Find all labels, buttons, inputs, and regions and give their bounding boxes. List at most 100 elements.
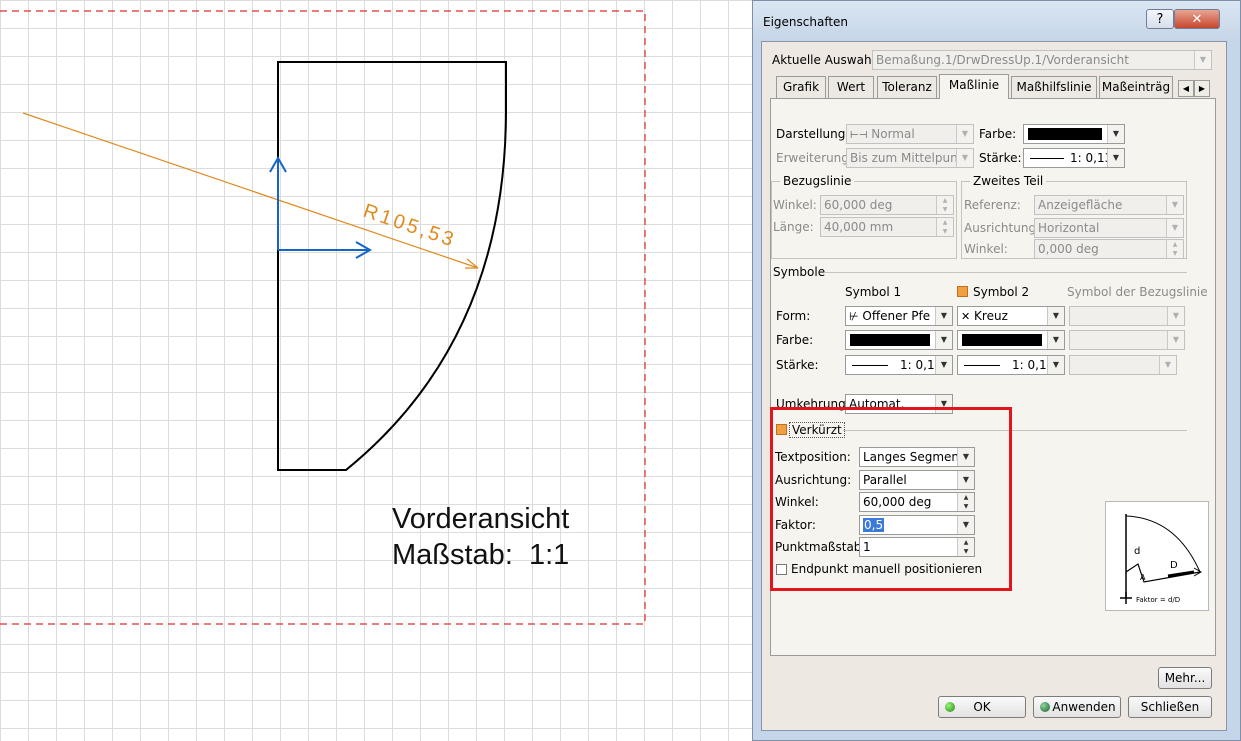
ok-label: OK	[973, 700, 991, 714]
spinner-icon[interactable]: ▲ ▼	[1166, 240, 1183, 258]
symbol3-farbe-combo[interactable]: ▼	[1069, 330, 1185, 350]
endpunkt-checkbox[interactable]	[776, 564, 787, 575]
symbol2-staerke-combo[interactable]: 1: 0,13 ▼	[957, 355, 1065, 375]
vk-winkel-label: Winkel:	[775, 495, 819, 509]
vk-winkel-value: 60,000 deg	[863, 495, 932, 509]
preview-label-d: d	[1134, 546, 1140, 557]
chevron-down-icon: ▼	[935, 395, 952, 413]
anwenden-button[interactable]: Anwenden	[1033, 696, 1121, 718]
group-bezugslinie: Bezugslinie Winkel: 60,000 deg ▲ ▼ Länge:…	[771, 174, 957, 259]
punktmassstab-value: 1	[863, 540, 871, 554]
bezugslinie-winkel-label: Winkel:	[773, 198, 817, 212]
tab-toleranz[interactable]: Toleranz	[877, 76, 937, 98]
preview-label-big-d: D	[1170, 560, 1178, 571]
chevron-down-icon: ▼	[1047, 307, 1064, 325]
schliessen-button[interactable]: Schließen	[1128, 696, 1212, 718]
dialog-titlebar[interactable]: Eigenschaften ? ✕	[753, 1, 1240, 41]
tab-grafik[interactable]: Grafik	[776, 76, 826, 98]
radius-dimension-text: R105,53	[360, 200, 459, 252]
dialog-title: Eigenschaften	[763, 15, 849, 29]
dialog-client: Aktuelle Auswahl: Bemaßung.1/DrwDressUp.…	[761, 41, 1227, 731]
verkuerzt-title[interactable]: Verkürzt	[789, 422, 845, 438]
symbol2-form-value: Kreuz	[974, 309, 1008, 323]
symbol3-form-combo[interactable]: ▼	[1069, 306, 1185, 326]
selection-combo[interactable]: Bemaßung.1/DrwDressUp.1/Vorderansicht ▼	[872, 50, 1212, 70]
chevron-down-icon: ▼	[1167, 307, 1184, 325]
tab-masseintraege[interactable]: Maßeinträg	[1099, 76, 1173, 98]
symbol2-form-combo[interactable]: ✕ Kreuz ▼	[957, 306, 1065, 326]
chevron-down-icon: ▼	[957, 448, 974, 466]
spinner-icon[interactable]: ▲ ▼	[936, 218, 953, 236]
tab-scroll-right-button[interactable]: ▶	[1194, 80, 1210, 97]
umkehrung-combo[interactable]: Automat. ▼	[845, 394, 953, 414]
radius-arrowhead	[465, 258, 479, 269]
textposition-combo[interactable]: Langes Segment ▼	[859, 447, 975, 467]
drawing-svg: R105,53	[0, 10, 646, 625]
symbol3-staerke-combo[interactable]: ▼	[1069, 355, 1177, 375]
chevron-down-icon: ▼	[957, 471, 974, 489]
referenz-combo[interactable]: Anzeigefläche ▼	[1034, 195, 1184, 215]
symbol1-staerke-combo[interactable]: 1: 0,13 ▼	[845, 355, 953, 375]
line-weight-sample	[1030, 158, 1064, 159]
bezugslinie-laenge-label: Länge:	[773, 220, 814, 234]
faktor-value[interactable]: 0,5	[863, 518, 885, 532]
symbol1-form-combo[interactable]: ⊬ Offener Pfe ▼	[845, 306, 953, 326]
spinner-icon[interactable]: ▲ ▼	[957, 493, 974, 511]
darstellung-combo[interactable]: ⊢⊣ Normal ▼	[846, 124, 974, 144]
vk-ausrichtung-combo[interactable]: Parallel ▼	[859, 470, 975, 490]
vk-winkel-input[interactable]: 60,000 deg ▲ ▼	[859, 492, 975, 512]
vk-ausrichtung-value: Parallel	[863, 473, 907, 487]
properties-dialog: Eigenschaften ? ✕ Aktuelle Auswahl: Bema…	[752, 0, 1241, 741]
erweiterung-value: Bis zum Mittelpunkt	[850, 151, 970, 165]
view-scale: Maßstab: 1:1	[392, 539, 570, 571]
help-button[interactable]: ?	[1146, 9, 1174, 29]
tab-masslinie[interactable]: Maßlinie	[939, 74, 1009, 99]
symbole-title: Symbole	[773, 265, 826, 279]
radius-dimension-line	[22, 112, 479, 269]
punktmassstab-input[interactable]: 1 ▲ ▼	[859, 537, 975, 557]
darstellung-label: Darstellung:	[776, 127, 850, 141]
zt-winkel-input[interactable]: 0,000 deg ▲ ▼	[1034, 239, 1184, 259]
symbol1-farbe-combo[interactable]: ▼	[845, 330, 953, 350]
symbol1-header: Symbol 1	[845, 285, 902, 299]
anwenden-label: Anwenden	[1052, 700, 1116, 714]
group-zweites-teil: Zweites Teil Referenz: Anzeigefläche ▼ A…	[961, 174, 1187, 259]
faktor-combo[interactable]: 0,5 ▼	[859, 515, 975, 535]
mehr-button[interactable]: Mehr...	[1158, 667, 1212, 689]
textposition-label: Textposition:	[775, 450, 851, 464]
staerke-combo[interactable]: 1: 0,13 ▼	[1023, 148, 1125, 168]
punktmassstab-label: Punktmaßstab:	[775, 540, 866, 554]
spinner-icon[interactable]: ▲ ▼	[957, 538, 974, 556]
drawing-canvas[interactable]: R105,53 Vorderansicht Maßstab: 1:1	[0, 0, 760, 741]
textposition-value: Langes Segment	[863, 450, 964, 464]
dimension-line-icon: ⊢⊣	[850, 130, 868, 141]
verkuerzt-checkbox[interactable]	[776, 424, 787, 435]
symbol2-checkbox[interactable]	[957, 286, 968, 297]
tab-wert[interactable]: Wert	[828, 76, 874, 98]
verkuerzt-divider	[843, 430, 1187, 431]
erweiterung-combo[interactable]: Bis zum Mittelpunkt ▼	[846, 148, 974, 168]
bezugslinie-title: Bezugslinie	[780, 174, 855, 188]
bezugslinie-winkel-input[interactable]: 60,000 deg ▲ ▼	[820, 195, 954, 215]
tab-masshilfslinie[interactable]: Maßhilfslinie	[1011, 76, 1097, 98]
chevron-down-icon: ▼	[935, 331, 952, 349]
color-swatch-black	[850, 334, 930, 346]
symbole-staerke-label: Stärke:	[776, 358, 819, 372]
symbol2-header: Symbol 2	[973, 285, 1030, 299]
ok-button[interactable]: OK	[938, 696, 1026, 718]
erweiterung-label: Erweiterung:	[776, 151, 853, 165]
spinner-icon[interactable]: ▲ ▼	[936, 196, 953, 214]
chevron-down-icon: ▼	[1047, 331, 1064, 349]
umkehrung-label: Umkehrung:	[776, 397, 850, 411]
close-button[interactable]: ✕	[1174, 9, 1220, 29]
farbe-combo[interactable]: ▼	[1023, 124, 1125, 144]
line-weight-sample	[852, 365, 888, 366]
tab-scroll-left-button[interactable]: ◀	[1178, 80, 1194, 97]
bezugslinie-laenge-input[interactable]: 40,000 mm ▲ ▼	[820, 217, 954, 237]
chevron-down-icon: ▼	[956, 125, 973, 143]
zt-ausrichtung-combo[interactable]: Horizontal ▼	[1034, 218, 1184, 238]
zt-winkel-value: 0,000 deg	[1038, 242, 1099, 256]
symbol2-farbe-combo[interactable]: ▼	[957, 330, 1065, 350]
cross-icon: ✕	[961, 310, 971, 323]
color-swatch-black	[1028, 128, 1102, 140]
